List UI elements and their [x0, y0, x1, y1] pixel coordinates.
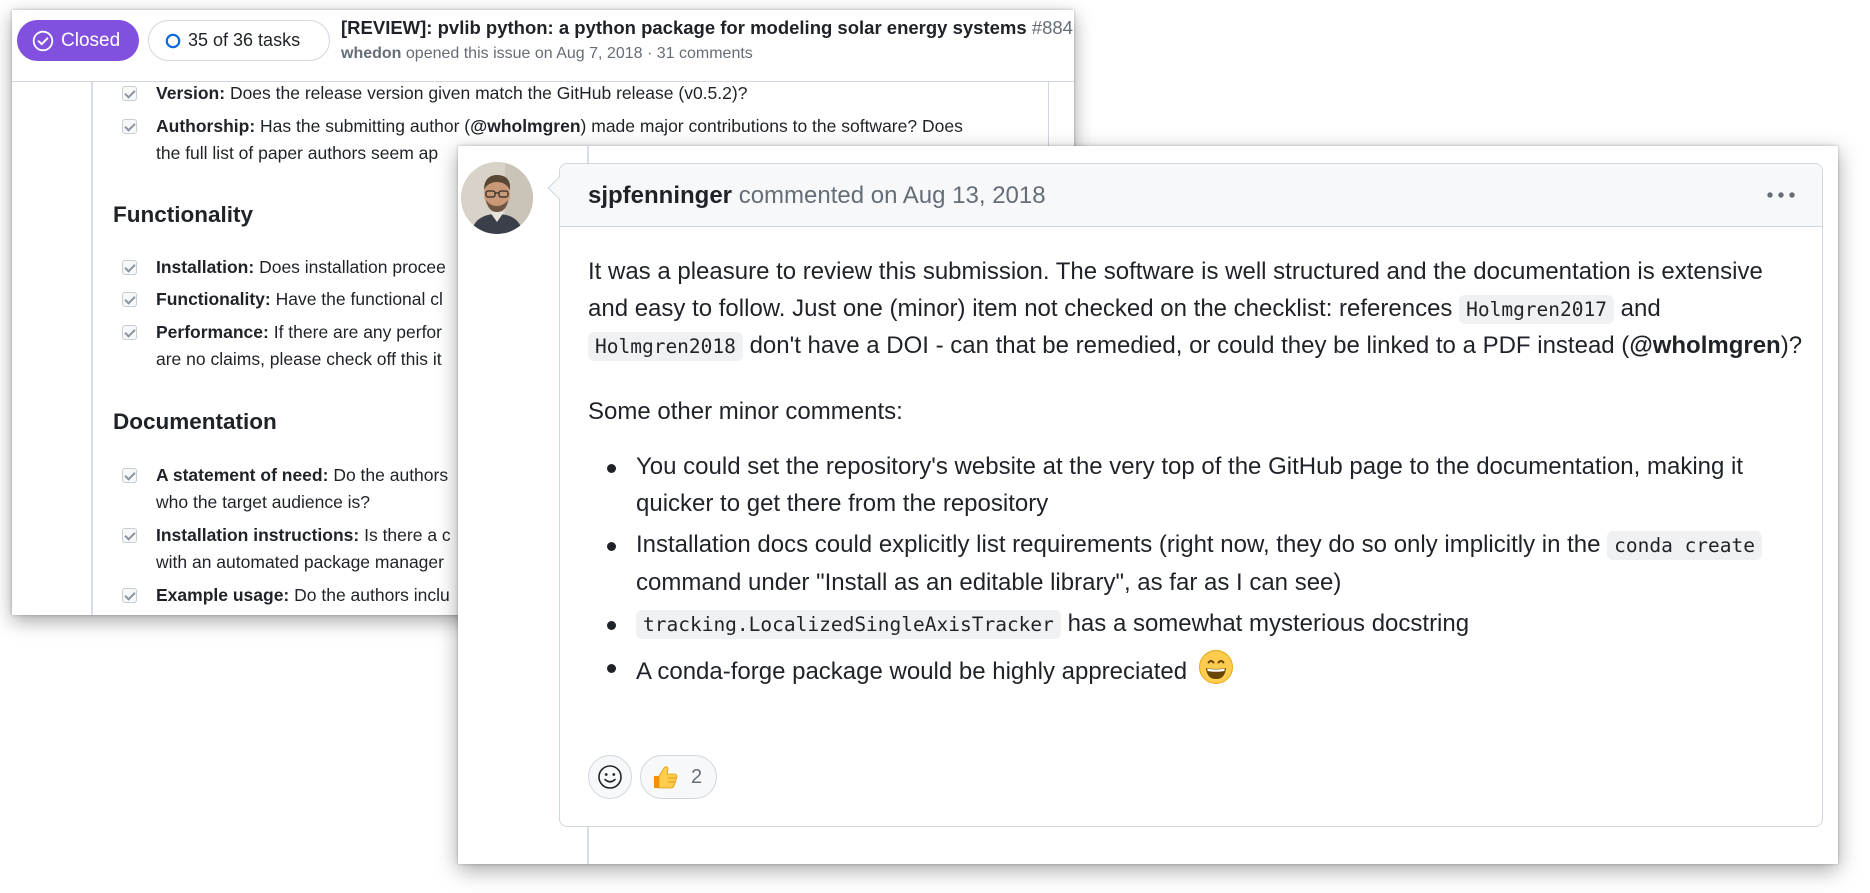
reaction-count: 2	[691, 765, 703, 788]
checkbox-checked-icon[interactable]	[122, 528, 137, 543]
comment-paragraph: It was a pleasure to review this submiss…	[588, 258, 1803, 361]
timeline-line	[91, 82, 93, 615]
list-item: Installation docs could explicitly list …	[588, 527, 1803, 601]
reactions-bar: 2	[588, 755, 718, 799]
add-reaction-button[interactable]	[588, 755, 632, 799]
list-item: A conda-forge package would be highly ap…	[588, 649, 1803, 691]
list-item: tracking.LocalizedSingleAxisTracker has …	[588, 606, 1803, 644]
checklist-item-statement-of-need: A statement of need: Do the authors who t…	[122, 462, 448, 516]
checkbox-checked-icon[interactable]	[122, 588, 137, 603]
user-mention[interactable]: @wholmgren	[1629, 332, 1780, 359]
thumbs-up-reaction-button[interactable]: 2	[640, 755, 718, 799]
checklist-item-installation-instructions: Installation instructions: Is there a cw…	[122, 522, 451, 576]
checkbox-checked-icon[interactable]	[122, 119, 137, 134]
smiley-icon	[598, 765, 622, 789]
grinning-face-icon	[1198, 649, 1233, 684]
issue-header: Closed 35 of 36 tasks [REVIEW]: pvlib py…	[12, 10, 1074, 82]
avatar[interactable]	[461, 162, 533, 234]
checklist-item-installation: Installation: Does installation procee	[122, 254, 446, 281]
inline-code: Holmgren2018	[588, 332, 743, 361]
closed-state-badge: Closed	[17, 20, 139, 61]
kebab-horizontal-icon	[1767, 192, 1795, 198]
inline-code: tracking.LocalizedSingleAxisTracker	[636, 610, 1061, 639]
progress-circle-icon	[165, 33, 181, 48]
issue-meta: whedon opened this issue on Aug 7, 2018 …	[341, 45, 753, 62]
avatar-image	[461, 162, 533, 234]
checkbox-checked-icon[interactable]	[122, 86, 137, 101]
comment-window: sjpfenninger commented on Aug 13, 2018 I…	[458, 146, 1838, 864]
thumbs-up-icon	[654, 766, 678, 789]
check-circle-icon	[32, 30, 54, 51]
comment-list: You could set the repository's website a…	[588, 449, 1803, 690]
issue-title: [REVIEW]: pvlib python: a python package…	[341, 17, 1073, 38]
tasks-progress[interactable]: 35 of 36 tasks	[148, 20, 330, 61]
list-item: You could set the repository's website a…	[588, 449, 1803, 522]
issue-number: #884	[1031, 17, 1073, 38]
checklist-item-functionality: Functionality: Have the functional cl	[122, 286, 443, 313]
checklist-item-version: Version: Does the release version given …	[122, 80, 747, 107]
comment-body: It was a pleasure to review this submiss…	[588, 254, 1803, 695]
issue-author-link[interactable]: whedon	[341, 45, 401, 62]
user-mention[interactable]: @wholmgren	[470, 116, 580, 136]
more-options-button[interactable]	[1760, 178, 1802, 212]
checklist-item-performance: Performance: If there are any perfor are …	[122, 319, 442, 373]
section-heading-functionality: Functionality	[113, 202, 253, 227]
inline-code: Holmgren2017	[1459, 294, 1614, 324]
comment-author-link[interactable]: sjpfenninger	[588, 182, 732, 209]
checkbox-checked-icon[interactable]	[122, 325, 137, 340]
checklist-item-example-usage: Example usage: Do the authors inclu	[122, 582, 450, 609]
comment-timestamp[interactable]: commented on Aug 13, 2018	[739, 182, 1046, 209]
comment-paragraph: Some other minor comments:	[588, 397, 903, 425]
checkbox-checked-icon[interactable]	[122, 292, 137, 307]
checkbox-checked-icon[interactable]	[122, 468, 137, 483]
checkbox-checked-icon[interactable]	[122, 260, 137, 275]
inline-code: conda create	[1607, 531, 1763, 560]
comment-box: sjpfenninger commented on Aug 13, 2018 I…	[547, 163, 1823, 827]
comment-header: sjpfenninger commented on Aug 13, 2018	[560, 164, 1822, 227]
comment-author-line: sjpfenninger commented on Aug 13, 2018	[588, 182, 1046, 210]
section-heading-documentation: Documentation	[113, 409, 277, 434]
